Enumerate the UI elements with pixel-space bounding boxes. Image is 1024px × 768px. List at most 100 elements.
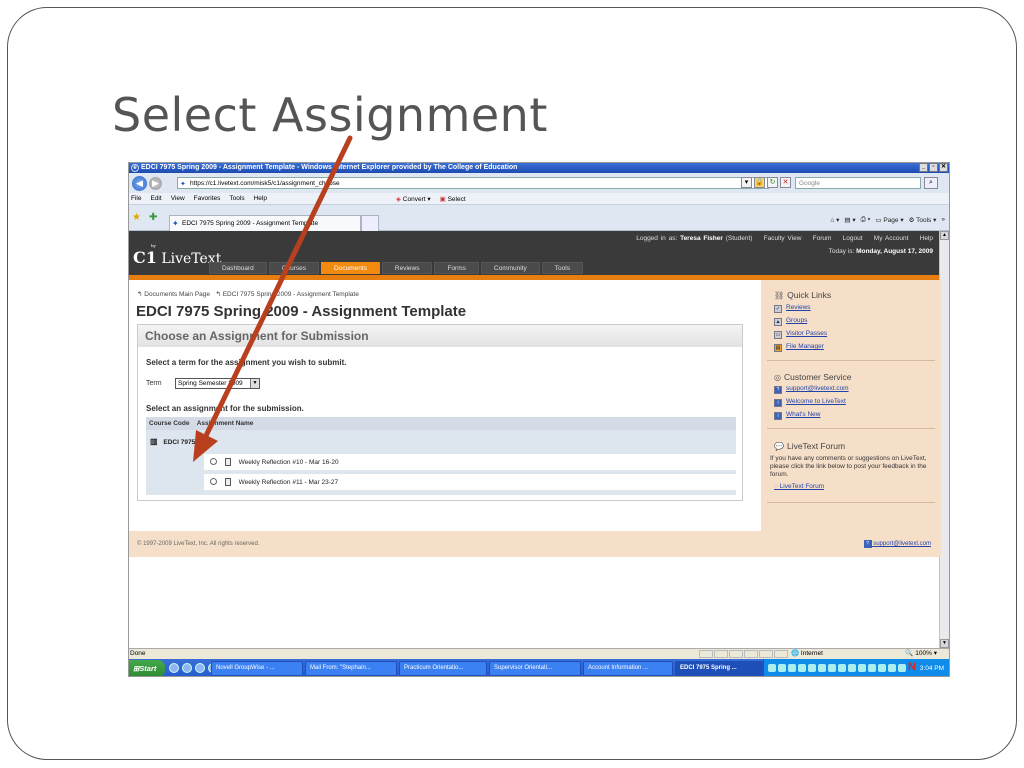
search-input[interactable]: Google <box>795 177 921 189</box>
assignment-radio-1[interactable] <box>210 458 217 465</box>
assignment-radio-2[interactable] <box>210 478 217 485</box>
footer-support-link[interactable]: ? support@livetext.com <box>863 531 931 557</box>
select-button[interactable]: ▣ Select <box>440 195 466 203</box>
groups-icon: ▲ <box>774 318 782 326</box>
forward-button[interactable]: ▶ <box>149 177 162 190</box>
sidebar-link-welcome[interactable]: i Welcome to LiveText <box>774 398 846 407</box>
convert-button[interactable]: ◈ Convert ▾ <box>396 195 431 203</box>
term-select[interactable]: Spring Semester 2009 ▼ <box>175 378 260 389</box>
table-row[interactable]: Weekly Reflection #11 - Mar 23-27 <box>204 474 736 491</box>
taskbar-item-mail[interactable]: Mail From: "Stephain... <box>305 661 397 676</box>
home-icon[interactable]: ⌂ ▾ <box>830 216 839 224</box>
tab-dashboard[interactable]: Dashboard <box>209 262 267 274</box>
sidebar-link-reviews[interactable]: ✓ Reviews <box>774 304 811 313</box>
refresh-icon[interactable]: ↻ <box>767 177 778 188</box>
link-chain-icon: ⛓ <box>774 291 785 300</box>
tray-icon[interactable] <box>768 664 776 672</box>
sidebar-link-visitor-passes[interactable]: ▭ Visitor Passes <box>774 330 827 339</box>
taskbar-item-groupwise[interactable]: Novell GroupWise - ... <box>211 661 303 676</box>
print-icon[interactable]: ⎙ ▾ <box>861 216 871 224</box>
sidebar-link-forum[interactable]: ◌ LiveText Forum <box>774 483 824 490</box>
scroll-up-icon[interactable]: ▲ <box>940 231 949 240</box>
link-logout[interactable]: Logout <box>843 235 863 242</box>
tray-icon[interactable] <box>818 664 826 672</box>
add-favorite-icon[interactable]: ✚ <box>149 212 157 223</box>
security-zone[interactable]: 🌐 Internet <box>791 649 823 659</box>
tools-menu[interactable]: ⚙ Tools ▾ <box>909 216 937 224</box>
quick-launch-icon[interactable] <box>169 663 179 673</box>
menu-file[interactable]: File <box>131 195 141 202</box>
help-icon: ? <box>863 540 872 548</box>
favorites-star-icon[interactable]: ★ <box>132 212 141 223</box>
tab-forms[interactable]: Forms <box>434 262 479 274</box>
tray-icon[interactable] <box>788 664 796 672</box>
tray-icon[interactable] <box>898 664 906 672</box>
file-manager-icon: ▤ <box>774 344 782 352</box>
address-input[interactable]: ✦ https://c1.livetext.com/misk5/c1/assig… <box>177 177 769 189</box>
livetext-site-icon: ✦ <box>180 181 186 188</box>
new-tab-button[interactable] <box>361 215 379 231</box>
taskbar-item-practicum[interactable]: Practicum Orientatio... <box>399 661 487 676</box>
feeds-icon[interactable]: ▤ ▾ <box>844 216 855 224</box>
tray-icon[interactable] <box>848 664 856 672</box>
tray-icon[interactable] <box>808 664 816 672</box>
sidebar-link-whats-new[interactable]: i What's New <box>774 411 820 420</box>
window-title-bar[interactable]: e EDCI 7975 Spring 2009 - Assignment Tem… <box>129 163 949 173</box>
tray-icon[interactable] <box>838 664 846 672</box>
breadcrumb-documents-main[interactable]: Documents Main Page <box>144 291 210 298</box>
zoom-level[interactable]: 🔍 100% ▾ <box>905 649 937 659</box>
menu-favorites[interactable]: Favorites <box>194 195 221 202</box>
tray-icon[interactable] <box>858 664 866 672</box>
sidebar-link-file-manager[interactable]: ▤ File Manager <box>774 343 824 352</box>
back-button[interactable]: ◀ <box>132 176 147 191</box>
livetext-c1-icon: C1 <box>133 248 157 267</box>
zoom-icon: 🔍 <box>905 650 914 657</box>
novell-n-icon[interactable]: N <box>908 661 916 673</box>
sidebar-link-groups[interactable]: ▲ Groups <box>774 317 807 326</box>
tab-community[interactable]: Community <box>480 262 540 274</box>
tab-tools[interactable]: Tools <box>541 262 583 274</box>
tray-icon[interactable] <box>798 664 806 672</box>
address-dropdown-icon[interactable]: ▾ <box>741 177 752 188</box>
tray-icon[interactable] <box>778 664 786 672</box>
tray-icon[interactable] <box>868 664 876 672</box>
table-row[interactable]: Weekly Reflection #10 - Mar 16-20 <box>204 454 736 471</box>
taskbar-item-edci[interactable]: EDCI 7975 Spring ... <box>675 661 763 676</box>
system-tray: N 3:04 PM <box>763 659 949 676</box>
globe-icon: 🌐 <box>791 650 800 657</box>
tab-courses[interactable]: Courses <box>268 262 320 274</box>
link-faculty-view[interactable]: Faculty View <box>764 235 802 242</box>
lock-icon[interactable]: 🔒 <box>754 177 765 188</box>
menu-help[interactable]: Help <box>254 195 267 202</box>
quick-launch-icon[interactable] <box>195 663 205 673</box>
tray-icon[interactable] <box>878 664 886 672</box>
taskbar-item-account[interactable]: Account Information ... <box>583 661 673 676</box>
menu-tools[interactable]: Tools <box>229 195 244 202</box>
quick-launch-icon[interactable] <box>182 663 192 673</box>
tray-icon[interactable] <box>828 664 836 672</box>
search-icon[interactable]: ⌕ <box>924 177 938 189</box>
start-button[interactable]: ⊞Start <box>129 660 165 676</box>
windows-taskbar: ⊞Start Novell GroupWise - ... Mail From:… <box>129 659 949 676</box>
livetext-nav: Dashboard Courses Documents Reviews Form… <box>209 262 583 274</box>
tab-documents[interactable]: Documents <box>321 262 380 274</box>
breadcrumb-assignment-template[interactable]: EDCI 7975 Spring 2009 - Assignment Templ… <box>223 291 359 298</box>
maximize-button[interactable]: ▫ <box>929 163 938 172</box>
menu-edit[interactable]: Edit <box>150 195 161 202</box>
close-button[interactable]: ✕ <box>939 163 948 172</box>
link-my-account[interactable]: My Account <box>874 235 909 242</box>
more-chevron-icon[interactable]: » <box>941 216 945 224</box>
stop-icon[interactable]: ✕ <box>780 177 791 188</box>
tab-reviews[interactable]: Reviews <box>381 262 433 274</box>
menu-view[interactable]: View <box>171 195 185 202</box>
tray-icon[interactable] <box>888 664 896 672</box>
link-help[interactable]: Help <box>920 235 933 242</box>
taskbar-item-supervisor[interactable]: Supervisor Orientati... <box>489 661 581 676</box>
page-menu[interactable]: ▭ Page ▾ <box>875 216 903 224</box>
minimize-button[interactable]: _ <box>919 163 928 172</box>
link-forum[interactable]: Forum <box>813 235 832 242</box>
chevron-down-icon[interactable]: ▼ <box>250 379 259 388</box>
scroll-down-icon[interactable]: ▼ <box>940 639 949 648</box>
sidebar-link-support-email[interactable]: ? support@livetext.com <box>774 385 849 394</box>
tab-assignment-template[interactable]: ✦ EDCI 7975 Spring 2009 - Assignment Tem… <box>169 215 361 231</box>
